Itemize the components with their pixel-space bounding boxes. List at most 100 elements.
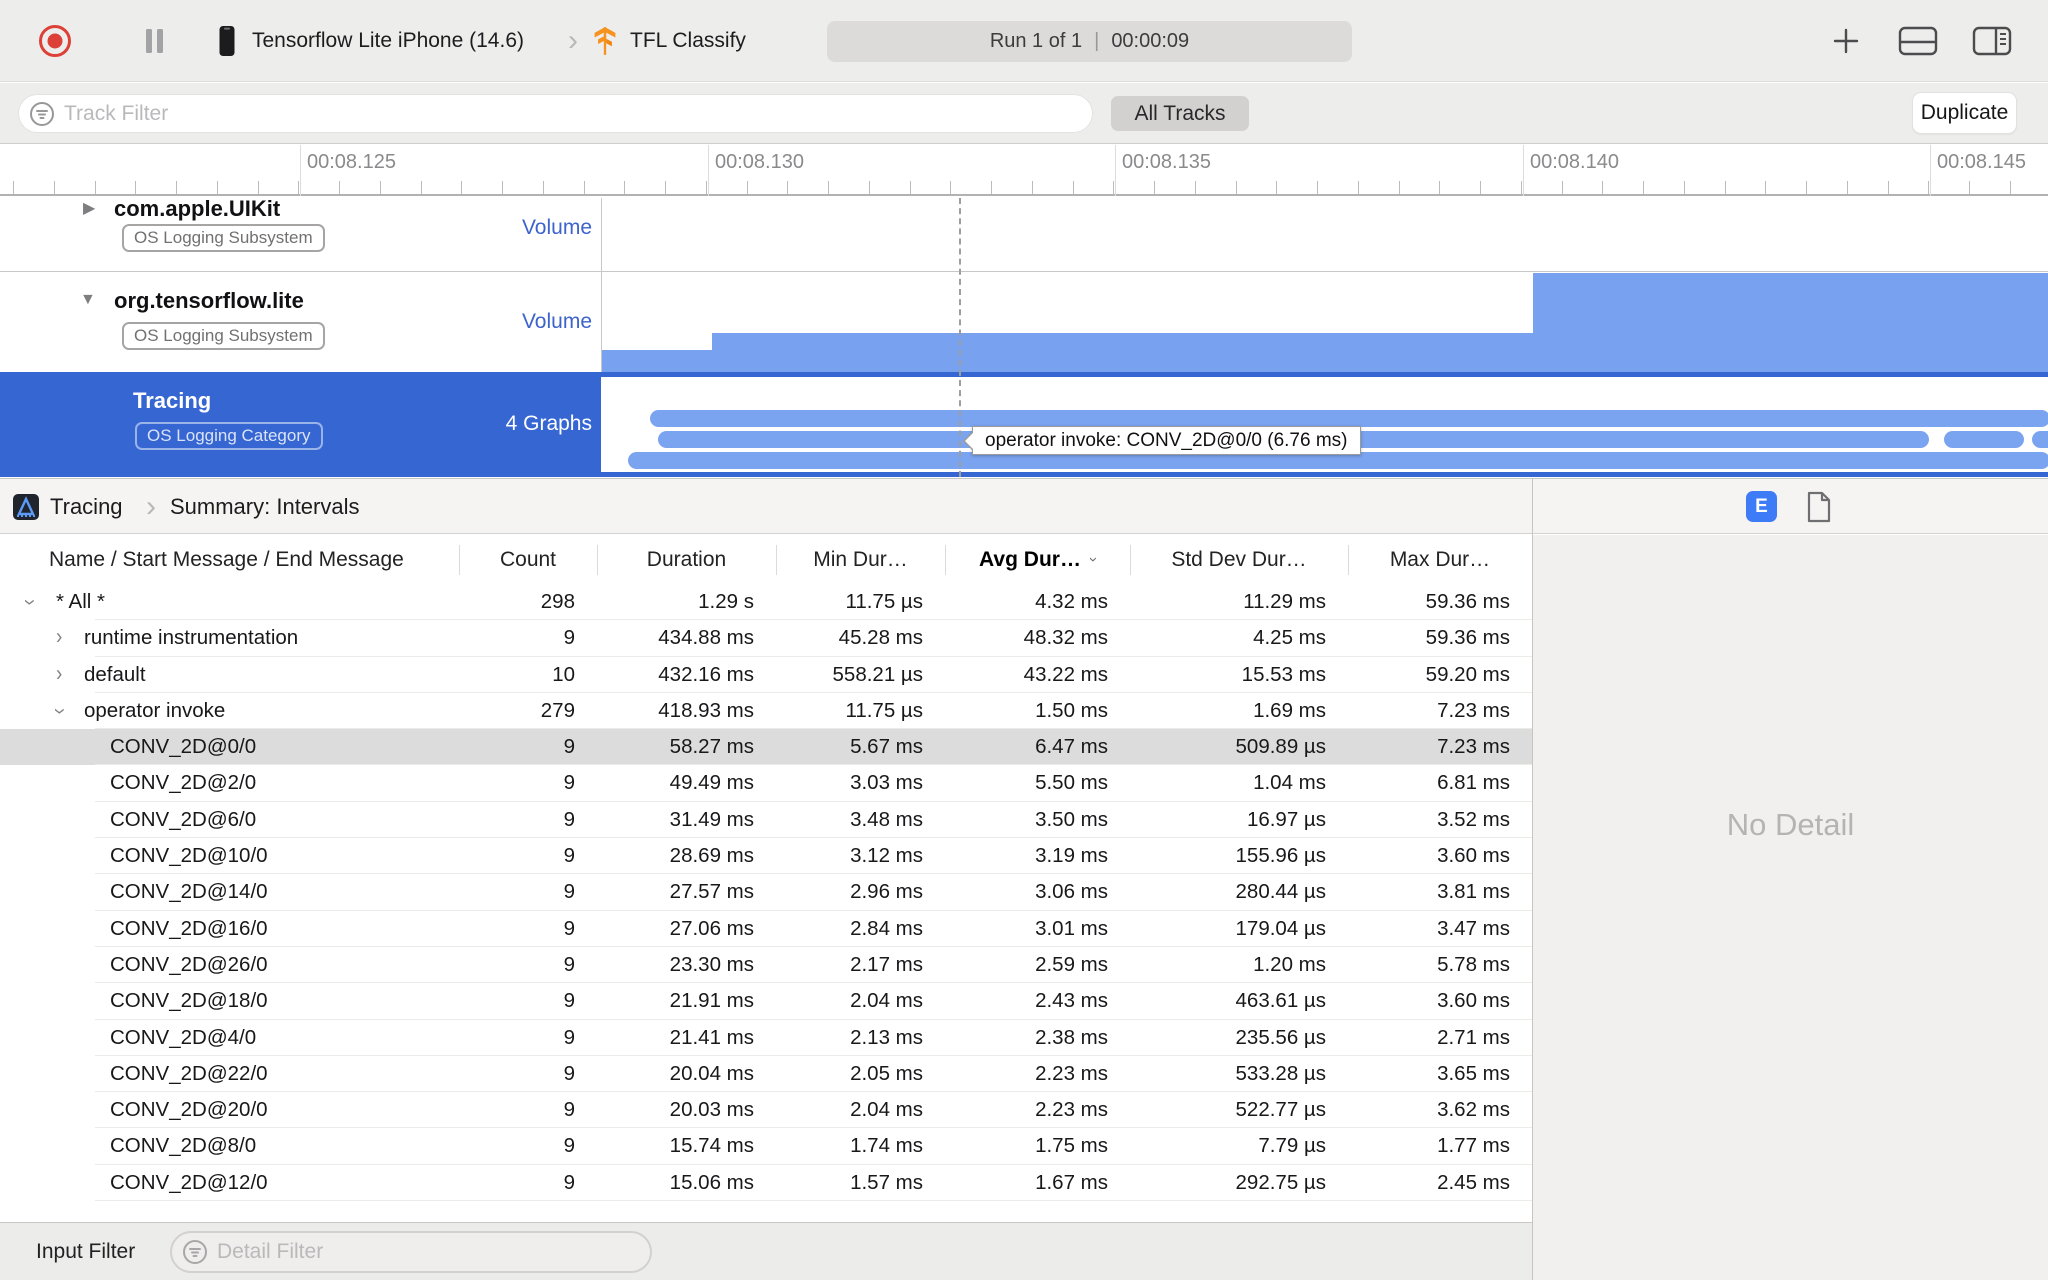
row-duration-cell: 418.93 ms: [658, 698, 754, 722]
expert-view-toggle[interactable]: E: [1746, 491, 1777, 522]
column-header[interactable]: Name / Start Message / End Message: [0, 535, 459, 584]
row-max-cell: 3.52 ms: [1437, 807, 1510, 831]
row-disclosure-expanded-icon[interactable]: ›: [8, 599, 50, 605]
row-count-cell: 9: [563, 916, 575, 940]
table-row[interactable]: CONV_2D@4/0 9 21.41 ms 2.13 ms 2.38 ms 235.56…: [0, 1019, 1532, 1056]
timeline-ruler[interactable]: 00:08.125 00:08.130 00:08.135 00:08.140 …: [0, 145, 2048, 196]
toggle-inspector-button[interactable]: [1972, 0, 2012, 82]
row-disclosure-collapsed-icon[interactable]: ›: [56, 657, 62, 693]
breadcrumb-root[interactable]: Tracing: [50, 479, 123, 535]
row-name-cell: CONV_2D@14/0: [0, 874, 459, 910]
volume-graph-segment[interactable]: [712, 333, 1533, 372]
major-gridline: [1930, 145, 1931, 196]
table-row[interactable]: CONV_2D@16/0 9 27.06 ms 2.84 ms 3.01 ms 179.0…: [0, 910, 1532, 947]
column-header[interactable]: Avg Dur… ›: [945, 535, 1130, 584]
record-button[interactable]: [38, 0, 72, 82]
column-header[interactable]: Min Dur…: [776, 535, 945, 584]
row-min-cell: 2.13 ms: [850, 1025, 923, 1049]
breadcrumb-page[interactable]: Summary: Intervals: [170, 479, 360, 535]
duplicate-button[interactable]: Duplicate: [1913, 93, 2016, 133]
interval-bar[interactable]: [1944, 431, 2024, 448]
row-name-cell: CONV_2D@0/0: [0, 729, 459, 765]
row-count-cell: 298: [540, 590, 575, 613]
breadcrumb-separator: ›: [146, 490, 156, 523]
row-disclosure-collapsed-icon[interactable]: ›: [56, 620, 62, 656]
table-row[interactable]: › operator invoke 279 418.93 ms 11.75 µs 1.50…: [0, 692, 1532, 730]
all-tracks-button[interactable]: All Tracks: [1111, 96, 1249, 131]
table-row[interactable]: › runtime instrumentation 9 434.88 ms 45.28 …: [0, 620, 1532, 657]
table-row[interactable]: CONV_2D@18/0 9 21.91 ms 2.04 ms 2.43 ms 463.6…: [0, 983, 1532, 1020]
volume-graph-segment[interactable]: [1533, 273, 2048, 372]
volume-graph-segment[interactable]: [602, 350, 712, 372]
plus-icon: [1833, 28, 1859, 54]
row-avg-cell: 2.38 ms: [1035, 1025, 1108, 1049]
track-com-apple-uikit[interactable]: ▶ com.apple.UIKit OS Logging Subsystem V…: [0, 196, 2048, 271]
bottom-pane-icon: [1898, 26, 1938, 56]
column-header[interactable]: Duration: [597, 535, 776, 584]
row-name: * All *: [56, 590, 105, 613]
row-std-cell: 522.77 µs: [1235, 1098, 1326, 1122]
table-row[interactable]: CONV_2D@2/0 9 49.49 ms 3.03 ms 5.50 ms 1.04 m…: [0, 765, 1532, 802]
target-app[interactable]: TFL Classify: [630, 0, 746, 82]
add-instrument-button[interactable]: [1832, 0, 1860, 82]
row-max-cell: 59.36 ms: [1425, 590, 1510, 613]
row-count-cell: 9: [563, 735, 575, 759]
column-header[interactable]: Count: [459, 535, 597, 584]
interval-bar[interactable]: [650, 410, 2048, 427]
device-breadcrumb[interactable]: Tensorflow Lite iPhone (14.6): [252, 0, 524, 82]
table-row[interactable]: CONV_2D@22/0 9 20.04 ms 2.05 ms 2.23 ms 533.2…: [0, 1055, 1532, 1093]
table-row[interactable]: CONV_2D@12/0 9 15.06 ms 1.57 ms 1.67 ms 292.7…: [0, 1164, 1532, 1202]
pause-button[interactable]: [143, 0, 167, 82]
record-icon: [39, 25, 71, 57]
track-filter-input[interactable]: Track Filter: [18, 94, 1093, 133]
minor-tick: [950, 181, 952, 194]
table-row[interactable]: CONV_2D@10/0 9 28.69 ms 3.12 ms 3.19 ms 155.9…: [0, 838, 1532, 875]
row-min-cell: 11.75 µs: [845, 590, 923, 613]
table-row[interactable]: CONV_2D@0/0 9 58.27 ms 5.67 ms 6.47 ms 509.89…: [0, 729, 1532, 766]
row-disclosure-expanded-icon[interactable]: ›: [38, 708, 80, 714]
minor-tick: [53, 181, 55, 194]
row-min-cell: 2.17 ms: [850, 952, 923, 976]
panel-divider[interactable]: [1532, 478, 1533, 1280]
row-std-cell: 280.44 µs: [1235, 880, 1326, 904]
row-duration-cell: 434.88 ms: [658, 626, 754, 650]
row-min-cell: 11.75 µs: [845, 698, 923, 722]
tracing-graph-area[interactable]: [601, 377, 2048, 472]
interval-bar[interactable]: [2032, 431, 2048, 448]
disclosure-collapsed-icon[interactable]: ▶: [83, 198, 95, 218]
row-max-cell: 7.23 ms: [1437, 698, 1510, 722]
table-row[interactable]: CONV_2D@6/0 9 31.49 ms 3.48 ms 3.50 ms 16.97 …: [0, 801, 1532, 839]
table-row[interactable]: CONV_2D@20/0 9 20.03 ms 2.04 ms 2.23 ms 522.7…: [0, 1092, 1532, 1129]
row-min-cell: 2.04 ms: [850, 1098, 923, 1122]
row-std-cell: 179.04 µs: [1235, 916, 1326, 940]
row-duration-cell: 58.27 ms: [669, 735, 754, 759]
row-avg-cell: 2.23 ms: [1035, 1061, 1108, 1085]
table-row[interactable]: CONV_2D@8/0 9 15.74 ms 1.74 ms 1.75 ms 7.79 µ…: [0, 1128, 1532, 1165]
row-max-cell: 5.78 ms: [1437, 952, 1510, 976]
detail-filter-input[interactable]: Detail Filter: [170, 1231, 652, 1273]
column-header[interactable]: Max Dur…: [1348, 535, 1532, 584]
interval-tooltip: operator invoke: CONV_2D@0/0 (6.76 ms): [963, 426, 1361, 455]
row-avg-cell: 4.32 ms: [1035, 590, 1108, 613]
track-org-tensorflow-lite[interactable]: ▼ org.tensorflow.lite OS Logging Subsyst…: [0, 272, 2048, 372]
row-avg-cell: 1.75 ms: [1035, 1134, 1108, 1158]
disclosure-expanded-icon[interactable]: ▼: [80, 291, 96, 309]
toggle-bottom-pane-button[interactable]: [1898, 0, 1938, 82]
track-meta-volume[interactable]: Volume: [522, 216, 592, 240]
table-row[interactable]: › * All * 298 1.29 s 11.75 µs 4.32 ms 11.29 ms…: [0, 584, 1532, 621]
table-row[interactable]: CONV_2D@14/0 9 27.57 ms 2.96 ms 3.06 ms 280.4…: [0, 874, 1532, 911]
track-tracing-selected[interactable]: Tracing OS Logging Category 4 Graphs: [0, 372, 2048, 477]
minor-tick: [1683, 181, 1685, 194]
minor-tick: [1887, 181, 1889, 194]
row-max-cell: 3.62 ms: [1437, 1098, 1510, 1122]
row-max-cell: 3.81 ms: [1437, 880, 1510, 904]
track-meta-volume[interactable]: Volume: [522, 310, 592, 334]
column-header[interactable]: Std Dev Dur…: [1130, 535, 1348, 584]
row-max-cell: 7.23 ms: [1437, 735, 1510, 759]
row-duration-cell: 1.29 s: [698, 590, 754, 613]
row-std-cell: 235.56 µs: [1235, 1025, 1326, 1049]
row-duration-cell: 23.30 ms: [669, 952, 754, 976]
table-row[interactable]: › default 10 432.16 ms 558.21 µs 43.22 ms 15.5…: [0, 656, 1532, 693]
table-row[interactable]: CONV_2D@26/0 9 23.30 ms 2.17 ms 2.59 ms 1.20 …: [0, 946, 1532, 984]
document-view-button[interactable]: [1806, 479, 1832, 535]
